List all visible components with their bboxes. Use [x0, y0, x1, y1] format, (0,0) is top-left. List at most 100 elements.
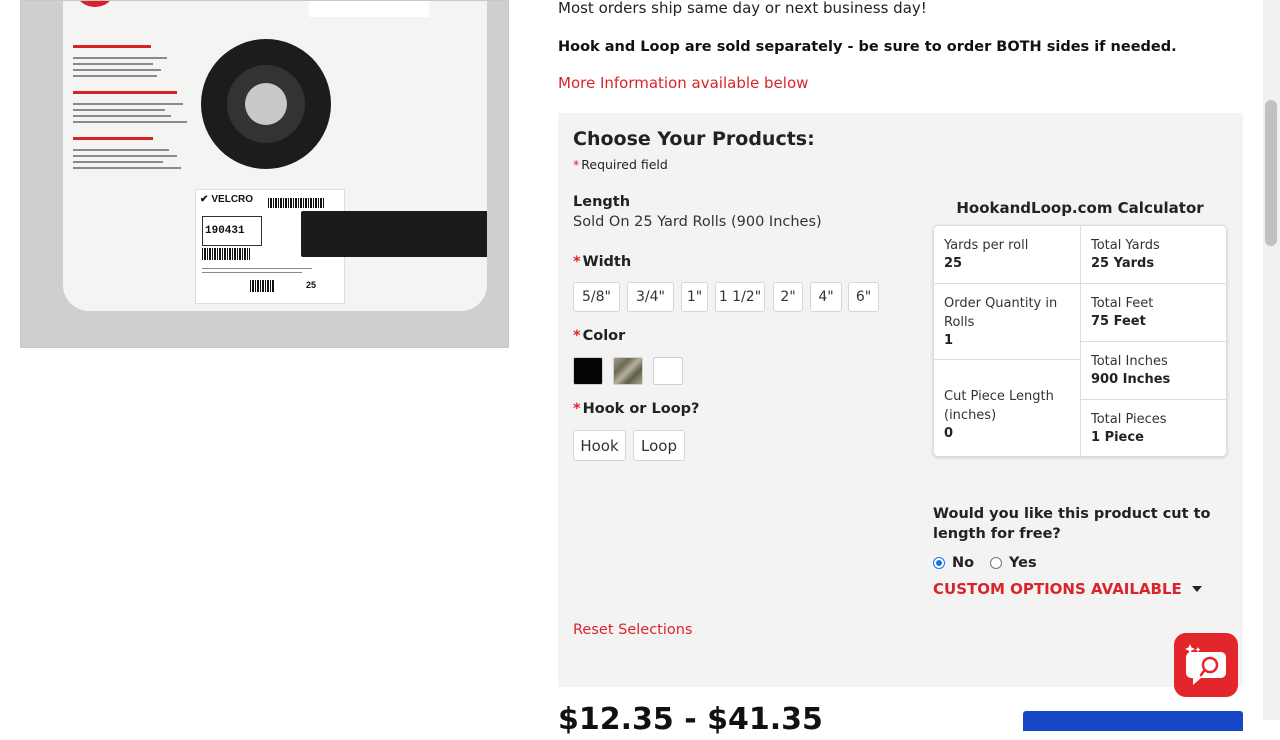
package-text: [73, 167, 181, 169]
required-star: *: [573, 328, 581, 344]
product-image[interactable]: VELCRO 190431 25: [20, 0, 509, 348]
width-option-5-8[interactable]: 5/8": [573, 282, 620, 312]
calc-value: 1: [944, 333, 954, 348]
scrollbar-thumb[interactable]: [1265, 100, 1277, 246]
calc-total-pieces: Total Pieces 1 Piece: [1081, 400, 1226, 456]
cut-option-no[interactable]: No: [933, 555, 974, 571]
calc-label: Yards per roll: [944, 238, 1029, 253]
width-label: * Width: [573, 254, 631, 270]
more-information-link[interactable]: More Information available below: [558, 74, 808, 92]
brand-badge: [77, 1, 113, 7]
package-text: [73, 161, 163, 163]
reset-selections-link[interactable]: Reset Selections: [573, 622, 693, 638]
velcro-logo: VELCRO: [200, 194, 253, 205]
package-text: [73, 115, 171, 117]
label-text: [202, 272, 302, 273]
hook-option[interactable]: Hook: [573, 430, 626, 461]
package-text: [73, 63, 153, 65]
package-text: [73, 121, 187, 123]
calc-label: Order Quantity in Rolls: [944, 296, 1058, 330]
page-scrollbar[interactable]: [1263, 0, 1280, 720]
package-text: [73, 103, 183, 105]
calc-label: Total Inches: [1091, 354, 1168, 369]
product-options-panel: Choose Your Products: * Required field Le…: [558, 113, 1243, 687]
sold-separately-notice: Hook and Loop are sold separately - be s…: [558, 39, 1177, 55]
package-sticker: [309, 1, 429, 17]
color-swatch-white[interactable]: [653, 357, 683, 385]
required-note-text: Required field: [581, 157, 668, 172]
package-text: [73, 149, 169, 151]
cut-to-length-question: Would you like this product cut to lengt…: [933, 506, 1211, 542]
calc-value: 0: [944, 426, 954, 441]
barcode: [250, 280, 274, 292]
calc-label: Cut Piece Length (inches): [944, 389, 1054, 423]
package-text: [73, 109, 165, 111]
chat-assistant-icon: [1185, 644, 1226, 685]
custom-options-toggle[interactable]: CUSTOM OPTIONS AVAILABLE: [933, 580, 1202, 598]
calc-value: 75 Feet: [1091, 314, 1146, 329]
color-label: * Color: [573, 328, 625, 344]
roll-count: 25: [306, 280, 317, 290]
width-option-1[interactable]: 1": [681, 282, 708, 312]
width-option-2[interactable]: 2": [773, 282, 803, 312]
calc-total-feet: Total Feet 75 Feet: [1081, 284, 1226, 342]
package-text: [73, 91, 177, 94]
package-text: [73, 45, 151, 48]
product-package: VELCRO 190431 25: [63, 1, 487, 311]
package-text: [73, 75, 157, 77]
width-label-text: Width: [582, 254, 632, 270]
shipping-text: Most orders ship same day or next busine…: [558, 0, 927, 17]
calculator-title: HookandLoop.com Calculator: [956, 199, 1204, 217]
calc-value: 1 Piece: [1091, 430, 1144, 445]
width-option-3-4[interactable]: 3/4": [627, 282, 674, 312]
caret-down-icon: [1191, 586, 1202, 592]
color-label-text: Color: [582, 328, 626, 344]
velcro-reel: [201, 39, 331, 169]
custom-options-label: CUSTOM OPTIONS AVAILABLE: [933, 580, 1182, 598]
calc-value: 25: [944, 256, 963, 271]
loop-option[interactable]: Loop: [633, 430, 685, 461]
calc-yards-per-roll: Yards per roll 25: [934, 226, 1081, 284]
velcro-strap: [301, 211, 487, 257]
barcode: [268, 198, 324, 208]
length-value: Sold On 25 Yard Rolls (900 Inches): [573, 214, 822, 230]
part-number-box: 190431: [202, 216, 262, 246]
barcode: [202, 248, 250, 260]
package-text: [73, 69, 161, 71]
required-star: *: [573, 157, 580, 172]
color-swatch-black[interactable]: [573, 357, 603, 385]
calc-label: Total Pieces: [1091, 412, 1167, 427]
calc-total-inches: Total Inches 900 Inches: [1081, 342, 1226, 400]
calc-total-yards: Total Yards 25 Yards: [1081, 226, 1226, 284]
calc-label: Total Yards: [1091, 238, 1160, 253]
label-text: [202, 268, 312, 269]
radio-label: No: [952, 555, 975, 571]
add-to-cart-button[interactable]: [1023, 711, 1243, 731]
width-option-1-1-2[interactable]: 1 1/2": [715, 282, 765, 312]
radio-label: Yes: [1009, 555, 1037, 571]
price-range: $12.35 - $41.35: [558, 702, 823, 737]
calc-order-quantity: Order Quantity in Rolls 1: [934, 284, 1081, 360]
chat-assistant-button[interactable]: [1174, 633, 1238, 697]
package-text: [73, 155, 177, 157]
calc-value: 900 Inches: [1091, 372, 1171, 387]
part-number: 190431: [205, 225, 245, 237]
radio-button[interactable]: [990, 557, 1002, 569]
length-label: Length: [573, 194, 631, 210]
required-field-note: * Required field: [573, 157, 668, 172]
calculator-left-column: Yards per roll 25 Order Quantity in Roll…: [934, 226, 1081, 456]
package-text: [73, 57, 167, 59]
calc-cut-piece-length: Cut Piece Length (inches) 0: [934, 360, 1081, 456]
hook-or-loop-label-text: Hook or Loop?: [582, 401, 700, 417]
required-star: *: [573, 401, 581, 417]
radio-button-checked[interactable]: [933, 557, 945, 569]
calculator-right-column: Total Yards 25 Yards Total Feet 75 Feet …: [1081, 226, 1226, 456]
required-star: *: [573, 254, 581, 270]
width-option-4[interactable]: 4": [810, 282, 842, 312]
calculator-table: Yards per roll 25 Order Quantity in Roll…: [933, 225, 1227, 457]
color-swatch-camo[interactable]: [613, 357, 643, 385]
hook-or-loop-label: * Hook or Loop?: [573, 401, 699, 417]
choose-products-title: Choose Your Products:: [573, 128, 815, 150]
width-option-6[interactable]: 6": [848, 282, 879, 312]
cut-option-yes[interactable]: Yes: [990, 555, 1037, 571]
